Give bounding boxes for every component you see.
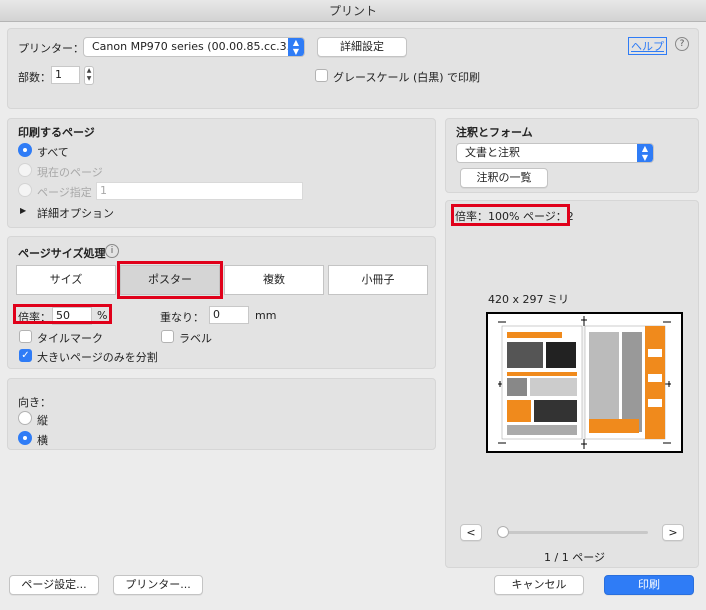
grayscale-checkbox[interactable] — [315, 69, 328, 82]
pages-title: 印刷するページ — [18, 126, 95, 139]
grayscale-label: グレースケール (白黒) で印刷 — [333, 71, 481, 84]
annotations-title: 注釈とフォーム — [456, 126, 533, 139]
orientation-portrait-radio[interactable] — [18, 411, 32, 425]
labels-label: ラベル — [179, 332, 212, 345]
labels-checkbox[interactable] — [161, 330, 174, 343]
tab-booklet[interactable]: 小冊子 — [328, 265, 428, 295]
copies-input[interactable]: 1 — [51, 66, 80, 84]
tile-marks-checkbox[interactable] — [19, 330, 32, 343]
preview-slider-track[interactable] — [500, 531, 648, 534]
page-count: 1 / 1 ページ — [544, 551, 605, 564]
pages-all-label: すべて — [37, 146, 69, 159]
printer-details-button[interactable]: 詳細設定 — [317, 37, 407, 57]
printer-select[interactable]: Canon MP970 series (00.00.85.cc.3... ▲ ▼ — [83, 37, 305, 57]
preview-slider-thumb[interactable] — [497, 526, 509, 538]
help-icon[interactable]: ? — [675, 37, 689, 51]
pages-range-input[interactable]: 1 — [96, 182, 303, 200]
orientation-landscape-radio[interactable] — [18, 431, 32, 445]
orientation-landscape-label: 横 — [37, 434, 48, 447]
tab-size[interactable]: サイズ — [16, 265, 116, 295]
pages-current-radio[interactable] — [18, 163, 32, 177]
paper-size-label: 420 x 297 ミリ — [488, 293, 569, 306]
highlight-preview-info — [451, 204, 570, 226]
pages-range-label: ページ指定 — [37, 186, 92, 199]
orientation-portrait-label: 縦 — [37, 414, 48, 427]
overlap-label: 重なり： — [160, 311, 204, 324]
help-link[interactable]: ヘルプ — [628, 37, 667, 55]
preview-next-button[interactable]: > — [662, 524, 684, 541]
copies-label: 部数： — [18, 71, 51, 84]
orientation-title: 向き： — [18, 396, 51, 409]
window-title: プリント — [0, 0, 706, 22]
advanced-options-label[interactable]: 詳細オプション — [37, 205, 114, 221]
orientation-panel — [7, 378, 436, 450]
annotations-select-value: 文書と注釈 — [465, 146, 520, 159]
tile-marks-label: タイルマーク — [37, 332, 103, 345]
disclosure-triangle-icon[interactable]: ▶ — [20, 206, 26, 215]
cancel-button[interactable]: キャンセル — [494, 575, 584, 595]
annotations-select[interactable]: 文書と注釈 ▲ ▼ — [456, 143, 654, 163]
split-large-label: 大きいページのみを分割 — [37, 351, 158, 364]
tab-multiple[interactable]: 複数 — [224, 265, 324, 295]
select-arrows-icon: ▲ ▼ — [637, 144, 653, 162]
pages-all-radio[interactable] — [18, 143, 32, 157]
copies-stepper[interactable]: ▲ ▼ — [84, 66, 94, 85]
print-button[interactable]: 印刷 — [604, 575, 694, 595]
highlight-poster-tab — [117, 261, 223, 299]
preview-prev-button[interactable]: < — [460, 524, 482, 541]
overlap-unit: mm — [255, 309, 277, 322]
page-size-title: ページサイズ処理 — [18, 247, 106, 260]
highlight-scale — [13, 304, 112, 324]
split-large-checkbox[interactable]: ✓ — [19, 349, 32, 362]
printer-label: プリンター： — [18, 42, 84, 55]
info-icon[interactable]: i — [105, 244, 119, 258]
overlap-input[interactable]: 0 — [209, 306, 249, 324]
annotations-list-button[interactable]: 注釈の一覧 — [460, 168, 548, 188]
pages-range-radio[interactable] — [18, 183, 32, 197]
printer-button[interactable]: プリンター... — [113, 575, 203, 595]
paper-preview — [486, 312, 683, 453]
pages-current-label: 現在のページ — [37, 166, 103, 179]
page-setup-button[interactable]: ページ設定... — [9, 575, 99, 595]
printer-select-value: Canon MP970 series (00.00.85.cc.3... — [92, 40, 298, 53]
select-arrows-icon: ▲ ▼ — [288, 38, 304, 56]
